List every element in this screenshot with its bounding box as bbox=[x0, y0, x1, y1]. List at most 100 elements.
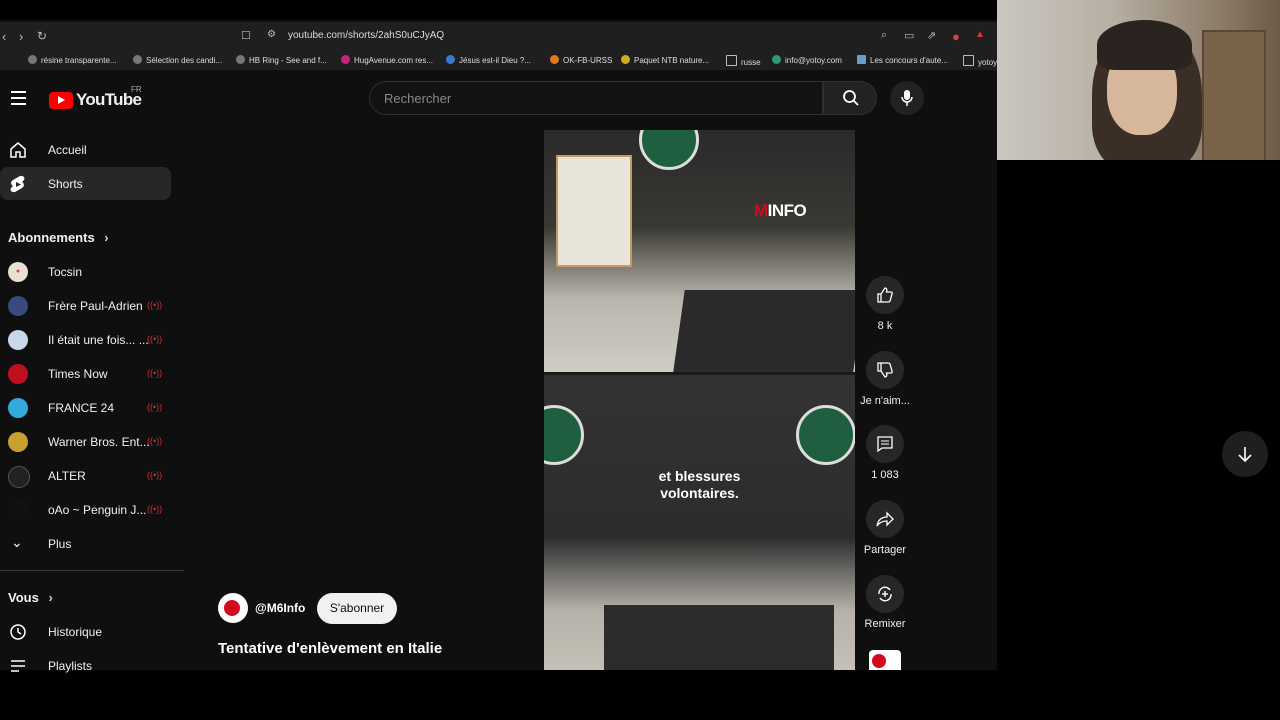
bookmark-item[interactable]: HB Ring - See and f... bbox=[236, 55, 327, 65]
channel-avatar bbox=[8, 500, 28, 520]
tab-strip bbox=[0, 0, 997, 20]
m6-logo-icon bbox=[224, 600, 240, 616]
bookmark-item[interactable]: résine transparente... bbox=[28, 55, 117, 65]
zoom-icon[interactable]: ⌕ bbox=[881, 29, 887, 42]
video-caption: et blessures volontaires. bbox=[658, 468, 741, 501]
you-header[interactable]: Vous › bbox=[8, 590, 53, 605]
playlist-icon bbox=[11, 660, 25, 672]
webcam-hair bbox=[1097, 20, 1192, 70]
live-icon: ((•)) bbox=[147, 368, 163, 378]
bookmark-item[interactable]: info@yotoy.com bbox=[772, 55, 842, 65]
subscription-item[interactable]: oAo ~ Penguin J... ((•)) bbox=[0, 493, 171, 526]
bookmark-item[interactable]: Jésus est-il Dieu ?... bbox=[446, 55, 531, 65]
like-button[interactable] bbox=[866, 276, 904, 314]
microphone-icon bbox=[901, 90, 913, 106]
url-field[interactable]: youtube.com/shorts/2ahS0uCJyAQ bbox=[288, 30, 444, 41]
channel-avatar: ● bbox=[8, 262, 28, 282]
m6-watermark: MINFO bbox=[754, 201, 807, 220]
channel-avatar-small[interactable] bbox=[869, 650, 901, 670]
remix-icon bbox=[878, 586, 892, 602]
sidebar-item-history[interactable]: Historique bbox=[0, 615, 171, 648]
youtube-logo[interactable]: YouTube FR bbox=[49, 85, 142, 110]
channel-avatar bbox=[8, 330, 28, 350]
next-short-button[interactable] bbox=[1222, 431, 1268, 477]
extension-icon[interactable]: ● bbox=[952, 29, 960, 44]
floor-mat bbox=[604, 605, 834, 670]
channel-avatar bbox=[8, 432, 28, 452]
bookmark-star-icon[interactable]: ☐ bbox=[241, 29, 251, 42]
share-label: Partager bbox=[863, 544, 907, 556]
cast-icon[interactable]: ▭ bbox=[904, 29, 914, 42]
subscription-item[interactable]: Times Now ((•)) bbox=[0, 357, 171, 390]
comments-button[interactable] bbox=[866, 425, 904, 463]
share-page-icon[interactable]: ⇗ bbox=[927, 29, 936, 42]
share-icon bbox=[876, 511, 894, 527]
comment-count: 1 083 bbox=[871, 469, 899, 481]
short-title: Tentative d'enlèvement en Italie bbox=[218, 640, 443, 657]
sidebar-item-shorts[interactable]: Shorts bbox=[0, 167, 171, 200]
back-icon[interactable]: ‹ bbox=[2, 29, 6, 44]
reload-icon[interactable]: ↻ bbox=[37, 29, 47, 43]
sidebar-item-home[interactable]: Accueil bbox=[0, 133, 171, 166]
subscription-item[interactable]: FRANCE 24 ((•)) bbox=[0, 391, 171, 424]
live-icon: ((•)) bbox=[147, 470, 163, 480]
shorts-icon bbox=[10, 175, 25, 193]
floor-mat bbox=[673, 290, 855, 372]
live-icon: ((•)) bbox=[147, 300, 163, 310]
bookmark-item[interactable]: russe bbox=[726, 55, 761, 67]
search-input[interactable]: Rechercher bbox=[369, 81, 823, 115]
home-icon bbox=[10, 142, 26, 158]
subscription-item[interactable]: ALTER ((•)) bbox=[0, 459, 171, 492]
subscription-item[interactable]: Il était une fois... ... ((•)) bbox=[0, 323, 171, 356]
chevron-right-icon: › bbox=[104, 230, 109, 245]
live-icon: ((•)) bbox=[147, 504, 163, 514]
search-button[interactable] bbox=[823, 81, 877, 115]
channel-avatar bbox=[8, 398, 28, 418]
youtube-play-icon bbox=[49, 91, 73, 109]
voice-search-button[interactable] bbox=[890, 81, 924, 115]
exit-sign bbox=[639, 130, 699, 170]
browser-window: ‹ › ↻ ☐ ⚙ youtube.com/shorts/2ahS0uCJyAQ… bbox=[0, 0, 997, 673]
bookmark-item[interactable]: yotoy bbox=[963, 55, 997, 67]
short-video-player[interactable]: MINFO et blessures volontaires. bbox=[544, 130, 855, 670]
bookmark-item[interactable]: HugAvenue.com res... bbox=[341, 55, 433, 65]
site-info-icon[interactable]: ⚙ bbox=[267, 29, 276, 40]
bookmark-item[interactable]: Les concours d'aute... bbox=[857, 55, 948, 65]
dislike-label: Je n'aim... bbox=[860, 395, 910, 407]
chevron-down-icon: ⌄ bbox=[11, 534, 23, 550]
bookmark-item[interactable]: Paquet NTB nature... bbox=[621, 55, 709, 65]
subscription-item[interactable]: Warner Bros. Ent... ((•)) bbox=[0, 425, 171, 458]
extension-icon-2[interactable]: ▲ bbox=[975, 29, 985, 40]
menu-board bbox=[556, 155, 632, 267]
exit-sign bbox=[544, 405, 584, 465]
subscription-item[interactable]: ● Tocsin bbox=[0, 255, 171, 288]
bookmark-item[interactable]: OK-FB-URSS bbox=[550, 55, 612, 65]
remix-button[interactable] bbox=[866, 575, 904, 613]
video-frame-top: MINFO bbox=[544, 130, 855, 372]
comment-icon bbox=[877, 436, 893, 453]
menu-icon[interactable] bbox=[11, 91, 26, 109]
like-count: 8 k bbox=[877, 320, 893, 332]
subscription-item[interactable]: Frère Paul-Adrien ((•)) bbox=[0, 289, 171, 322]
bookmark-item[interactable]: Sélection des candi... bbox=[133, 55, 222, 65]
chevron-right-icon: › bbox=[48, 590, 53, 605]
subscribe-button[interactable]: S'abonner bbox=[317, 593, 397, 624]
exit-sign bbox=[796, 405, 855, 465]
subscriptions-header[interactable]: Abonnements › bbox=[8, 230, 109, 245]
channel-handle[interactable]: @M6Info bbox=[255, 601, 305, 615]
sidebar-item-more[interactable]: ⌄ Plus bbox=[0, 527, 171, 560]
channel-avatar bbox=[8, 296, 28, 316]
live-icon: ((•)) bbox=[147, 334, 163, 344]
thumbs-down-icon bbox=[877, 362, 893, 378]
video-frame-bottom bbox=[544, 375, 855, 670]
dislike-button[interactable] bbox=[866, 351, 904, 389]
m6-logo-icon bbox=[872, 654, 886, 668]
live-icon: ((•)) bbox=[147, 402, 163, 412]
channel-avatar bbox=[8, 466, 30, 488]
webcam-overlay bbox=[997, 0, 1280, 160]
share-button[interactable] bbox=[866, 500, 904, 538]
channel-avatar[interactable] bbox=[218, 593, 248, 623]
sidebar-item-playlists[interactable]: Playlists bbox=[0, 649, 171, 682]
forward-icon[interactable]: › bbox=[19, 29, 23, 44]
search-icon bbox=[843, 90, 859, 106]
